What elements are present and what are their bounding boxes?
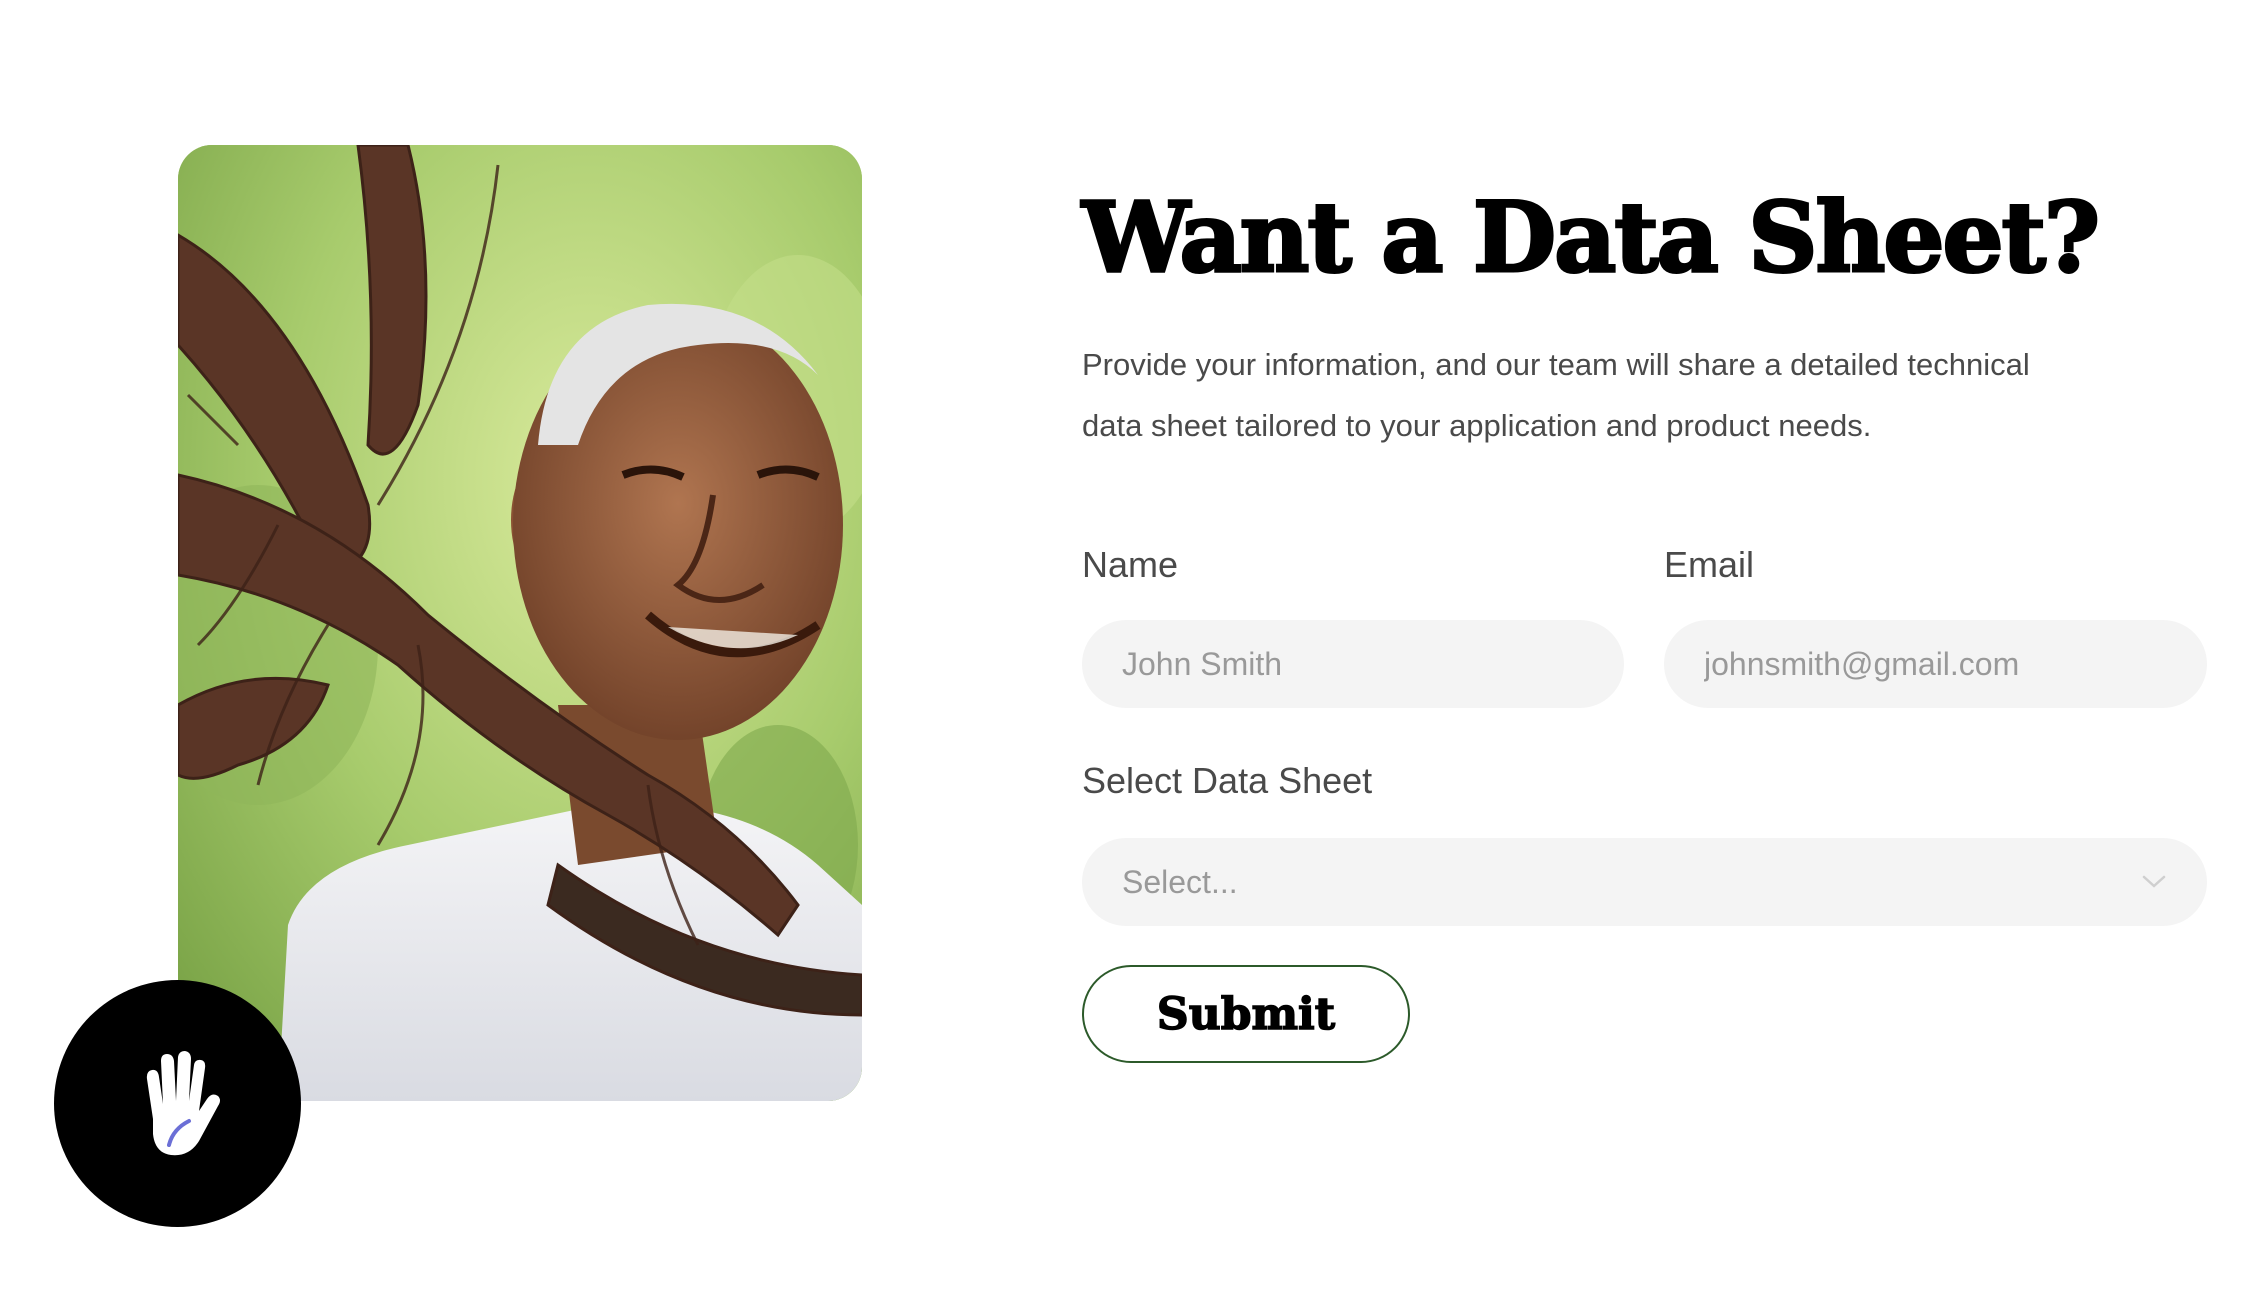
email-label: Email: [1664, 544, 1755, 585]
accessibility-button[interactable]: [54, 980, 301, 1227]
photo-illustration: [178, 145, 862, 1101]
hand-icon: [146, 1050, 220, 1155]
datasheet-select[interactable]: Select...: [1082, 838, 2207, 926]
intro-line-1: Provide your information, and our team w…: [1082, 347, 2030, 382]
name-input[interactable]: [1082, 620, 1624, 708]
email-input[interactable]: [1664, 620, 2207, 708]
page-title: Want a Data Sheet?: [1080, 180, 2101, 296]
name-label: Name: [1082, 544, 1179, 585]
datasheet-label: Select Data Sheet: [1082, 760, 1373, 801]
intro-line-2: data sheet tailored to your application …: [1082, 408, 1872, 443]
intro-text: Provide your information, and our team w…: [1082, 334, 2162, 456]
chevron-down-icon: [2142, 875, 2166, 888]
submit-button[interactable]: Submit: [1082, 965, 1410, 1063]
hero-photo: [178, 145, 862, 1101]
datasheet-select-value: Select...: [1122, 863, 1238, 900]
